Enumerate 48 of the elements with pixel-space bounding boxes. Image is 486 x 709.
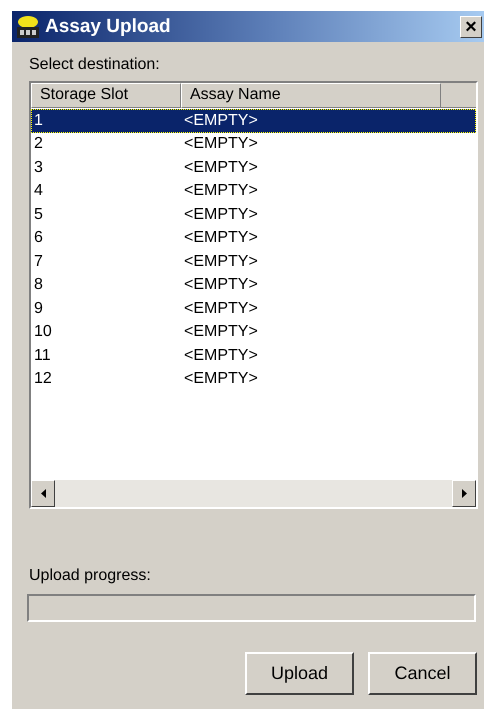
window-title: Assay Upload [45, 16, 172, 38]
table-cell: <EMPTY> [184, 229, 258, 248]
list-row[interactable]: 8 <EMPTY> [31, 274, 476, 297]
list-row[interactable]: 2 <EMPTY> [31, 132, 476, 156]
table-cell: <EMPTY> [184, 323, 258, 342]
table-cell: <EMPTY> [184, 370, 258, 388]
table-cell-text: 3 [33, 158, 44, 177]
horizontal-scrollbar[interactable] [31, 480, 476, 507]
table-cell: <EMPTY> [184, 346, 258, 365]
left-arrow-icon [40, 489, 46, 498]
table-cell: <EMPTY> [184, 206, 258, 224]
table-cell: <EMPTY> [184, 158, 258, 177]
list-row[interactable]: 5 <EMPTY> [31, 203, 476, 226]
table-cell-text: 4 [33, 182, 44, 200]
destination-label: Select destination: [29, 56, 161, 74]
table-cell: <EMPTY> [184, 300, 258, 318]
table-cell-text: 12 [33, 370, 53, 388]
list-row[interactable]: 9 <EMPTY> [31, 297, 476, 320]
list-row[interactable]: 12 <EMPTY> [31, 368, 476, 391]
table-cell-text: 8 [33, 276, 44, 294]
cancel-button[interactable]: Cancel [368, 652, 477, 695]
list-row[interactable]: 7 <EMPTY> [31, 250, 476, 274]
table-cell-text: 2 [33, 135, 44, 154]
right-arrow-icon [462, 489, 466, 498]
table-cell: <EMPTY> [184, 135, 258, 154]
upload-button[interactable]: Upload [245, 652, 354, 695]
column-header[interactable]: Assay Name [181, 83, 441, 108]
table-cell-text: 7 [33, 252, 44, 271]
close-button[interactable]: × [460, 16, 482, 38]
column-header[interactable]: Storage Slot [31, 83, 181, 108]
table-cell-text: 1 [33, 112, 44, 130]
table-cell-text: 10 [33, 323, 53, 342]
table-cell-text: 6 [33, 229, 44, 248]
list-row[interactable]: 6 <EMPTY> [31, 226, 476, 250]
progress-label: Upload progress: [29, 567, 152, 585]
table-cell: <EMPTY> [184, 182, 258, 200]
table-cell-text: 5 [33, 206, 44, 224]
list-row[interactable]: 11 <EMPTY> [31, 344, 476, 368]
table-cell-text: 11 [33, 346, 52, 365]
list-row[interactable]: 3 <EMPTY> [31, 156, 476, 180]
table-cell-text: 9 [33, 300, 44, 318]
table-cell: <EMPTY> [184, 276, 258, 294]
list-row[interactable]: 4 <EMPTY> [31, 180, 476, 203]
list-row[interactable]: 10 <EMPTY> [31, 320, 476, 344]
app-icon [15, 14, 41, 40]
table-cell: <EMPTY> [184, 112, 258, 130]
table-cell: <EMPTY> [184, 252, 258, 271]
list-row[interactable]: 1 <EMPTY> [31, 109, 476, 132]
